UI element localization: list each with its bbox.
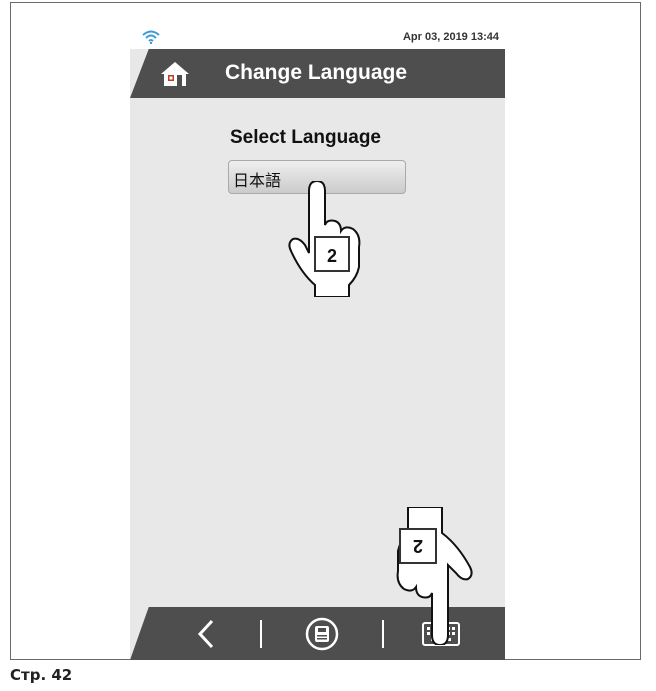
step-number-top: 2	[327, 246, 337, 266]
wifi-icon	[142, 30, 160, 44]
status-datetime: Apr 03, 2019 13:44	[402, 31, 499, 43]
pointing-hand-icon: 2	[396, 507, 473, 645]
toolbar-divider	[260, 620, 262, 648]
save-icon[interactable]	[305, 617, 339, 651]
screen-title: Change Language	[225, 61, 408, 84]
home-icon[interactable]	[160, 59, 190, 89]
chevron-left-icon[interactable]	[196, 618, 216, 650]
title-bar: Change Language	[130, 49, 505, 98]
select-language-label: Select Language	[230, 127, 381, 148]
status-bar: Apr 03, 2019 13:44	[130, 29, 505, 49]
page-number: Стр. 42	[10, 666, 73, 684]
pointing-hand-icon: 2	[288, 181, 361, 297]
toolbar-divider	[382, 620, 384, 648]
step-number-bottom: 2	[413, 536, 423, 556]
